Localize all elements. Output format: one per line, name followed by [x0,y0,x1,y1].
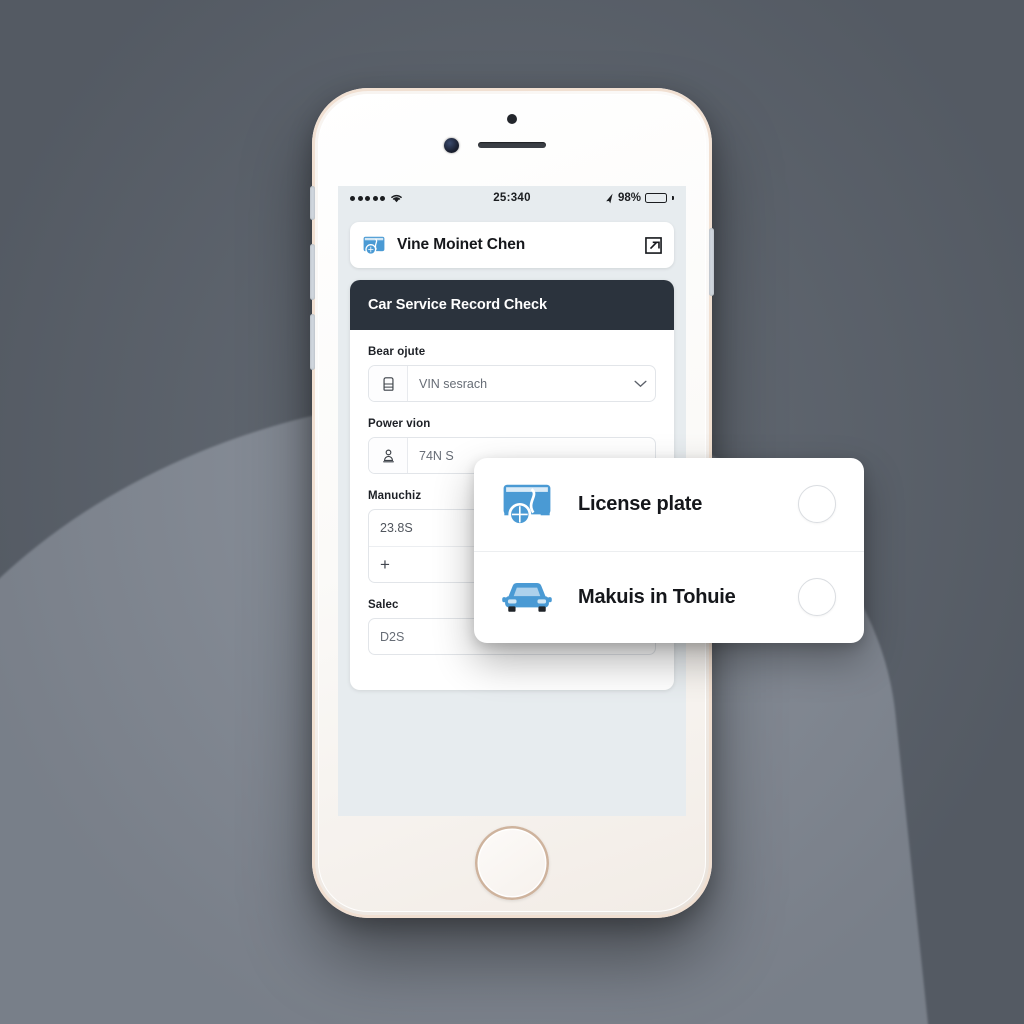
status-bar-clock: 25:340 [493,192,531,204]
power-button[interactable] [709,228,714,296]
car-front-icon [500,577,554,617]
popup-option-radio[interactable] [798,578,836,617]
card-header-title: Car Service Record Check [368,297,547,313]
field-label-bear-ojute: Bear ojute [368,346,426,358]
mute-switch-button[interactable] [310,186,315,220]
battery-percent-label: 98% [617,192,642,204]
popup-option-license-plate[interactable]: License plate [474,458,864,551]
popup-option-label: Makuis in Tohuie [578,585,736,608]
engine-icon [369,366,408,401]
cellular-signal-icon [350,195,385,201]
home-button[interactable] [475,826,549,900]
status-bar-left [350,193,493,203]
popup-option-make-model[interactable]: Makuis in Tohuie [474,550,864,644]
battery-cap-icon [672,196,675,200]
field-label-power-vion: Power vion [368,418,431,430]
person-seat-icon [369,438,408,473]
location-arrow-icon [605,193,614,204]
popup-option-radio[interactable] [798,485,836,524]
card-header: Car Service Record Check [350,280,674,330]
app-bar-title: Vine Moinet Chen [397,236,526,253]
status-bar-right: 98% [531,192,675,204]
front-camera-icon [444,138,459,153]
earpiece-speaker [478,142,546,148]
license-plate-search-icon [362,235,386,256]
external-link-icon[interactable] [645,236,662,254]
license-plate-search-icon [500,481,554,528]
status-bar: 25:340 98% [338,186,686,210]
battery-icon [645,193,668,203]
vin-search-value: VIN sesrach [419,376,488,391]
volume-up-button[interactable] [310,244,315,300]
wifi-icon [390,193,403,203]
vin-search-select[interactable]: VIN sesrach [368,365,656,402]
volume-down-button[interactable] [310,314,315,370]
search-method-popup: License plate Makuis in Tohuie [474,458,864,643]
scene-background: 25:340 98% Vine Moinet Chen Car Service … [0,0,1024,1024]
chevron-down-icon[interactable] [625,366,655,401]
proximity-sensor-icon [507,114,517,124]
popup-option-label: License plate [578,492,703,515]
app-header-bar[interactable]: Vine Moinet Chen [350,222,674,268]
